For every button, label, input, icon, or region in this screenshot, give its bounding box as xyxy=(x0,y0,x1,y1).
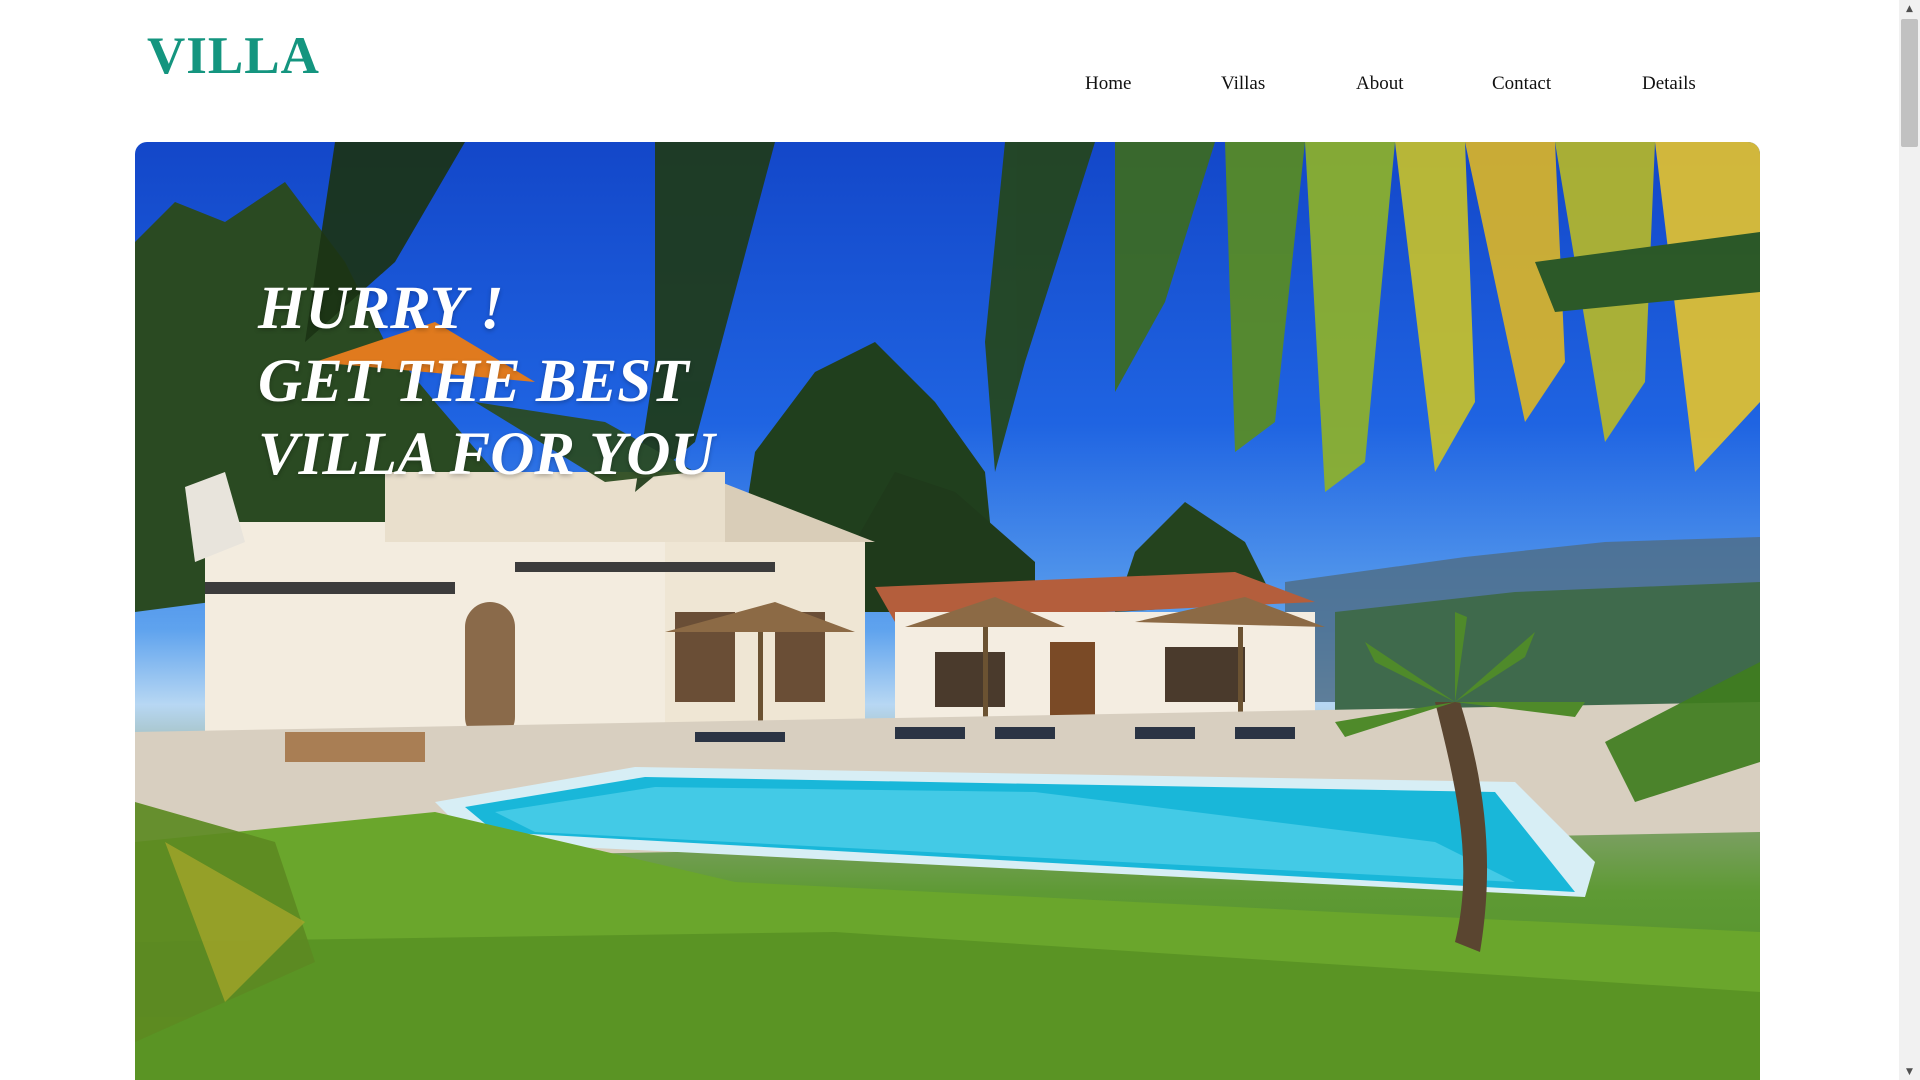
chevron-down-icon[interactable]: ▼ xyxy=(1899,1063,1920,1080)
page-scrollbar[interactable]: ▲ ▼ xyxy=(1899,0,1920,1080)
nav-about-link[interactable]: About xyxy=(1356,74,1404,93)
scrollbar-thumb[interactable] xyxy=(1901,19,1918,147)
site-logo[interactable]: VILLA xyxy=(147,30,320,83)
nav-home-link[interactable]: Home xyxy=(1085,74,1131,93)
nav-villas-link[interactable]: Villas xyxy=(1221,74,1265,93)
headline-line-1: HURRY ! xyxy=(258,275,504,342)
nav-contact-link[interactable]: Contact xyxy=(1492,74,1551,93)
hero-headline: HURRY ! GET THE BEST VILLA FOR YOU xyxy=(258,272,714,491)
headline-line-2: GET THE BEST xyxy=(258,348,689,415)
chevron-up-icon[interactable]: ▲ xyxy=(1899,0,1920,17)
headline-line-3: VILLA FOR YOU xyxy=(258,421,715,488)
page: VILLA Home Villas About Contact Details xyxy=(0,0,1899,1080)
nav-details-link[interactable]: Details xyxy=(1642,74,1696,93)
